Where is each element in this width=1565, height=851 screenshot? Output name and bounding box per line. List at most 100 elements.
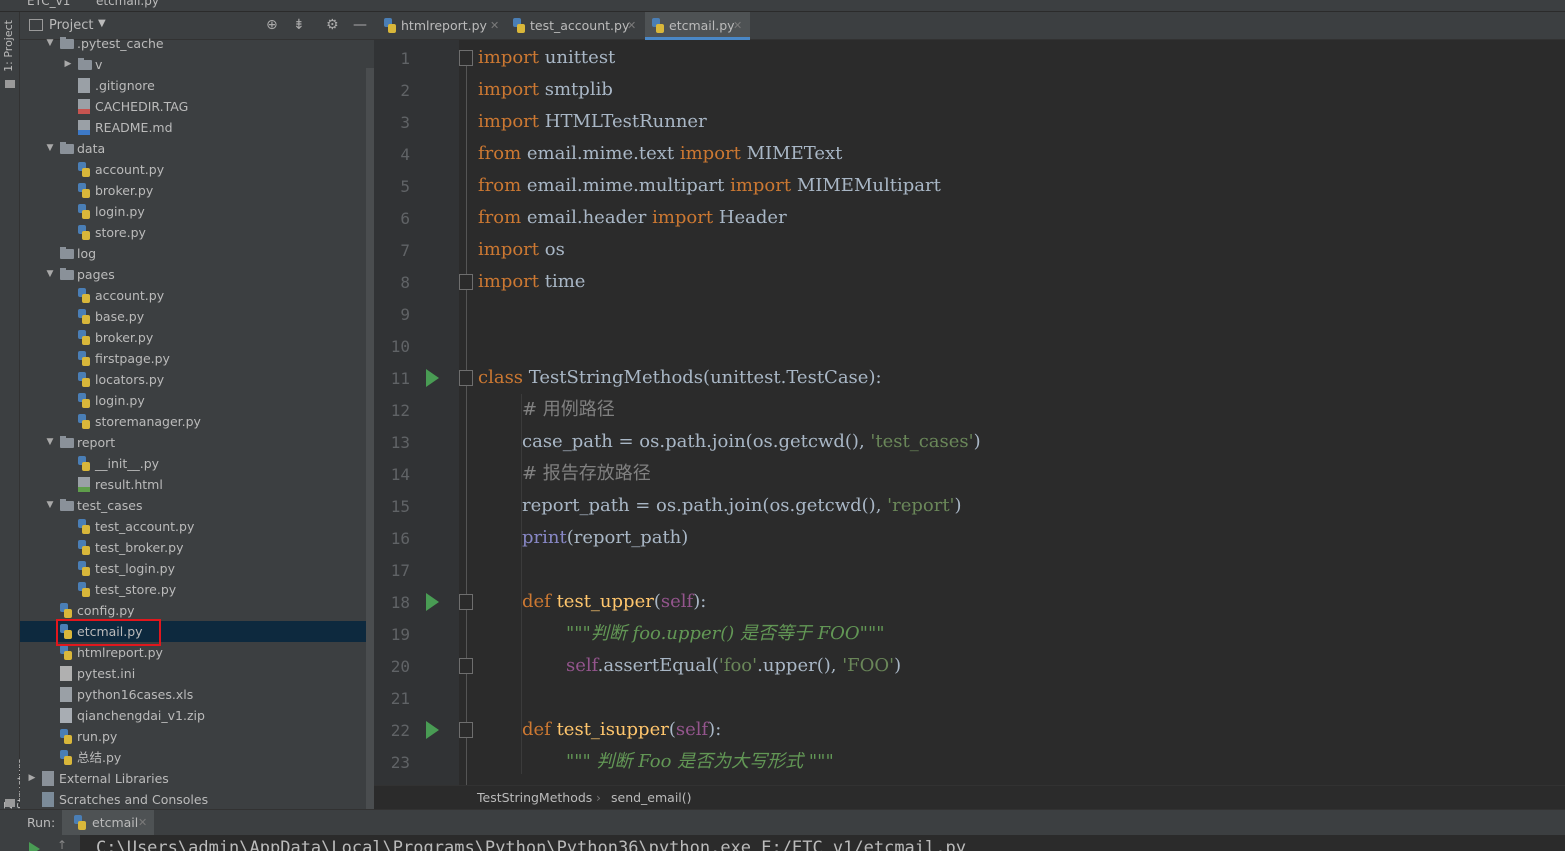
- locate-file-icon[interactable]: ⊕: [266, 17, 278, 33]
- html-file-icon: [78, 477, 90, 492]
- line-number: 6: [400, 209, 410, 228]
- tree-file[interactable]: login.py: [20, 201, 366, 222]
- tree-folder[interactable]: ▼ pages: [20, 264, 366, 285]
- tree-folder[interactable]: ▶ v: [20, 54, 366, 75]
- expand-arrow-icon[interactable]: ▼: [44, 138, 56, 159]
- tree-item-label: .gitignore: [95, 78, 155, 93]
- project-scrollbar[interactable]: [366, 68, 374, 809]
- run-gutter-icon[interactable]: [426, 369, 439, 387]
- tree-file[interactable]: broker.py: [20, 180, 366, 201]
- tree-file[interactable]: locators.py: [20, 369, 366, 390]
- archive-file-icon: [60, 708, 72, 723]
- tree-file[interactable]: README.md: [20, 117, 366, 138]
- arrow-up-icon[interactable]: ↑: [57, 838, 67, 851]
- fold-marker-icon[interactable]: [459, 274, 473, 290]
- close-icon[interactable]: ✕: [490, 12, 499, 40]
- code-token: TestStringMethods(unittest.TestCase):: [523, 367, 882, 388]
- tree-file[interactable]: store.py: [20, 222, 366, 243]
- code-token: smtplib: [539, 79, 613, 100]
- fold-marker-icon[interactable]: [459, 594, 473, 610]
- code-token: unittest: [539, 47, 616, 68]
- code-line: from email.mime.text import MIMEText: [478, 138, 842, 170]
- project-tool-button[interactable]: 1: Project: [2, 20, 15, 72]
- collapse-all-icon[interactable]: ⇟: [293, 17, 305, 33]
- line-number: 23: [390, 753, 410, 772]
- fold-marker-icon[interactable]: [459, 658, 473, 674]
- code-line: import unittest: [478, 42, 615, 74]
- expand-arrow-icon[interactable]: ▼: [44, 432, 56, 453]
- tree-file[interactable]: config.py: [20, 600, 366, 621]
- breadcrumb-method[interactable]: send_email(): [611, 786, 692, 810]
- chevron-down-icon[interactable]: ▼: [98, 18, 106, 29]
- code-line: report_path = os.path.join(os.getcwd(), …: [522, 490, 962, 522]
- line-number: 8: [400, 273, 410, 292]
- fold-marker-icon[interactable]: [459, 370, 473, 386]
- tree-file[interactable]: pytest.ini: [20, 663, 366, 684]
- tree-file[interactable]: qianchengdai_v1.zip: [20, 705, 366, 726]
- python-file-icon: [78, 309, 90, 324]
- rerun-icon[interactable]: [29, 842, 40, 851]
- tree-file[interactable]: python16cases.xls: [20, 684, 366, 705]
- tree-file[interactable]: login.py: [20, 390, 366, 411]
- close-icon[interactable]: ✕: [733, 12, 742, 40]
- close-icon[interactable]: ✕: [627, 12, 636, 40]
- tree-file[interactable]: account.py: [20, 159, 366, 180]
- tree-file[interactable]: 总结.py: [20, 747, 366, 768]
- code-token: ): [894, 655, 902, 676]
- tree-file[interactable]: ▶ External Libraries: [20, 768, 366, 789]
- tab-htmlreport[interactable]: htmlreport.py ✕: [378, 12, 502, 40]
- tree-folder[interactable]: log: [20, 243, 366, 264]
- tree-file[interactable]: result.html: [20, 474, 366, 495]
- tab-etcmail[interactable]: etcmail.py ✕: [645, 12, 750, 40]
- tree-file[interactable]: test_login.py: [20, 558, 366, 579]
- tag-file-icon: [78, 99, 90, 114]
- fold-marker-icon[interactable]: [459, 722, 473, 738]
- tree-file[interactable]: .gitignore: [20, 75, 366, 96]
- close-icon[interactable]: ✕: [138, 810, 147, 836]
- tree-item-label: External Libraries: [59, 771, 169, 786]
- run-gutter-icon[interactable]: [426, 721, 439, 739]
- left-tool-strip: 1: Project Z: Structure: [0, 12, 28, 809]
- tree-file[interactable]: account.py: [20, 285, 366, 306]
- gear-icon[interactable]: ⚙: [326, 17, 339, 33]
- tree-file[interactable]: test_store.py: [20, 579, 366, 600]
- expand-arrow-icon[interactable]: ▼: [44, 495, 56, 516]
- structure-tool-icon[interactable]: [5, 799, 15, 807]
- tree-item-label: run.py: [77, 729, 118, 744]
- tree-folder[interactable]: ▼ .pytest_cache: [20, 33, 366, 54]
- project-view-icon: [29, 19, 43, 31]
- hide-panel-icon[interactable]: —: [353, 17, 367, 33]
- run-gutter-icon[interactable]: [426, 593, 439, 611]
- project-tool-icon[interactable]: [5, 80, 15, 88]
- tab-test-account[interactable]: test_account.py ✕: [507, 12, 641, 40]
- tree-file[interactable]: broker.py: [20, 327, 366, 348]
- tree-file[interactable]: test_account.py: [20, 516, 366, 537]
- code-token: import: [652, 207, 714, 228]
- tree-folder[interactable]: ▼ test_cases: [20, 495, 366, 516]
- expand-arrow-icon[interactable]: ▼: [44, 264, 56, 285]
- editor-tab-bar: htmlreport.py ✕ test_account.py ✕ etcmai…: [374, 12, 1565, 40]
- tree-file[interactable]: CACHEDIR.TAG: [20, 96, 366, 117]
- tree-file[interactable]: run.py: [20, 726, 366, 747]
- tree-file[interactable]: test_broker.py: [20, 537, 366, 558]
- collapse-arrow-icon[interactable]: ▶: [26, 768, 38, 789]
- tree-file[interactable]: base.py: [20, 306, 366, 327]
- breadcrumb-class[interactable]: TestStringMethods: [477, 786, 592, 810]
- tree-file[interactable]: firstpage.py: [20, 348, 366, 369]
- tree-file[interactable]: storemanager.py: [20, 411, 366, 432]
- expand-arrow-icon[interactable]: ▼: [44, 33, 56, 54]
- project-panel-title[interactable]: Project: [49, 18, 93, 33]
- run-tab-etcmail[interactable]: etcmail ✕: [62, 810, 154, 836]
- python-file-icon: [78, 204, 90, 219]
- tree-item-label: broker.py: [95, 183, 154, 198]
- python-file-icon: [78, 162, 90, 177]
- fold-marker-icon[interactable]: [459, 50, 473, 66]
- code-token: ):: [708, 719, 722, 740]
- tree-folder[interactable]: ▼ data: [20, 138, 366, 159]
- tree-file[interactable]: __init__.py: [20, 453, 366, 474]
- collapse-arrow-icon[interactable]: ▶: [62, 54, 74, 75]
- project-panel: Project ▼ ⊕ ⇟ ⚙ — ▼ .pytest_cache ▶ v .gitig…: [20, 12, 374, 809]
- code-token: # 用例路径: [522, 399, 615, 420]
- tree-file[interactable]: Scratches and Consoles: [20, 789, 366, 810]
- tree-folder[interactable]: ▼ report: [20, 432, 366, 453]
